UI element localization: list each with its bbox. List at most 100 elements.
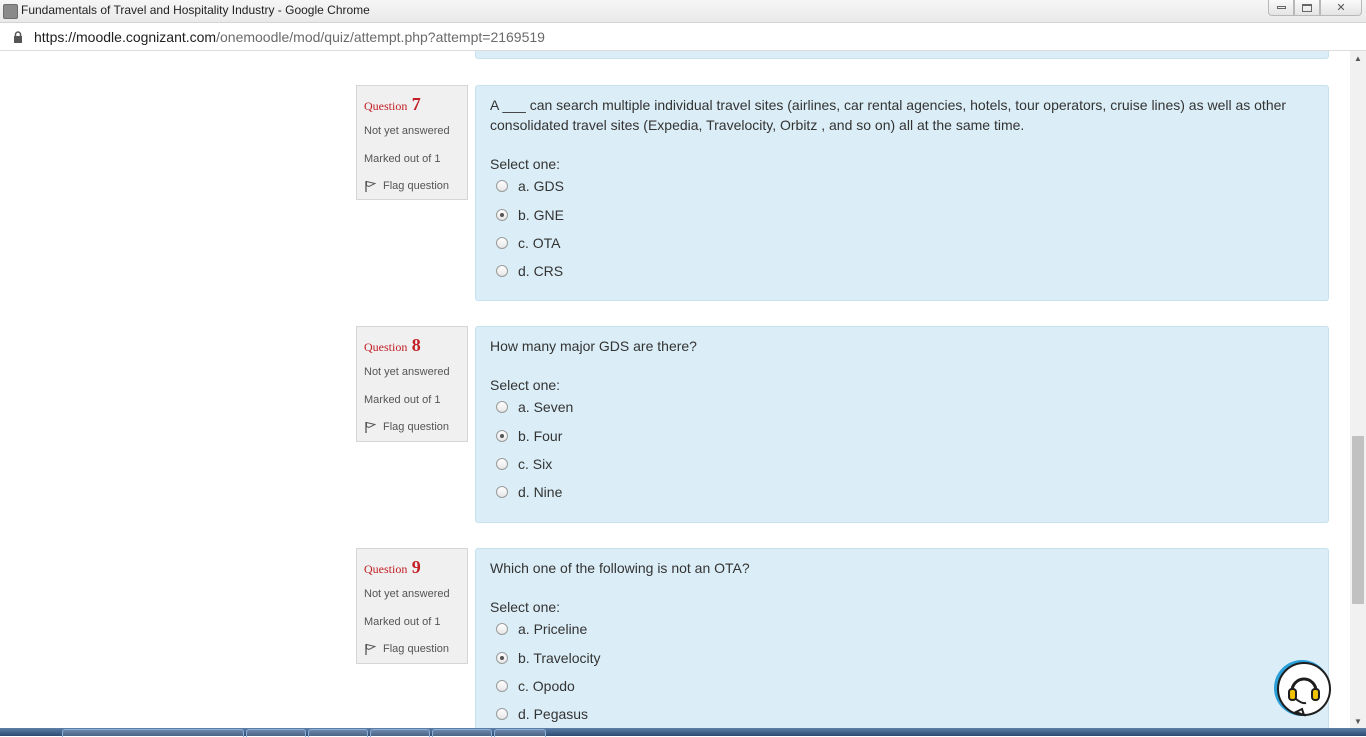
- option-label: c. Six: [518, 455, 553, 472]
- question-number: 8: [411, 335, 421, 355]
- flag-question-button[interactable]: Flag question: [364, 180, 460, 192]
- url-host: https://moodle.cognizant.com: [34, 29, 217, 45]
- option-b[interactable]: b. Travelocity: [490, 643, 1314, 671]
- window-titlebar: Fundamentals of Travel and Hospitality I…: [0, 0, 1366, 23]
- vertical-scrollbar[interactable]: ▲ ▼: [1350, 51, 1366, 728]
- option-label: a. Seven: [518, 399, 574, 416]
- radio-selected-dot: [500, 655, 504, 660]
- flag-question-label: Flag question: [383, 421, 450, 433]
- flag-question-label: Flag question: [383, 180, 450, 192]
- minimize-icon: [1276, 6, 1286, 9]
- question-heading: Question 9: [364, 557, 460, 578]
- question-status: Not yet answered: [364, 366, 450, 378]
- flag-question-button[interactable]: Flag question: [364, 643, 460, 655]
- radio-button-selected[interactable]: [496, 208, 508, 221]
- close-window-button[interactable]: ✕: [1320, 0, 1362, 16]
- app-icon: [3, 4, 18, 19]
- flag-icon: [365, 180, 376, 192]
- option-a[interactable]: a. GDS: [490, 172, 1314, 200]
- radio-button[interactable]: [496, 679, 508, 692]
- question-text: How many major GDS are there?: [490, 338, 697, 354]
- option-d[interactable]: d. Nine: [490, 478, 1314, 506]
- question-marks: Marked out of 1: [364, 616, 441, 628]
- option-label: a. Priceline: [518, 621, 588, 638]
- option-a[interactable]: a. Priceline: [490, 615, 1314, 643]
- question-content-9: Which one of the following is not an OTA…: [475, 548, 1329, 728]
- question-number: 7: [411, 94, 421, 114]
- question-label: Question: [364, 99, 408, 113]
- url-text[interactable]: https://moodle.cognizant.com/onemoodle/m…: [34, 29, 545, 45]
- option-d[interactable]: d. CRS: [490, 257, 1314, 285]
- radio-button[interactable]: [496, 236, 508, 249]
- question-number: 9: [411, 557, 421, 577]
- radio-button[interactable]: [496, 486, 508, 499]
- flag-question-button[interactable]: Flag question: [364, 421, 460, 433]
- chevron-up-icon: ▲: [1354, 53, 1362, 63]
- flag-question-label: Flag question: [383, 643, 450, 655]
- question-info-7: Question 7 Not yet answered Marked out o…: [356, 85, 468, 200]
- close-icon: ✕: [1336, 2, 1346, 14]
- address-bar[interactable]: https://moodle.cognizant.com/onemoodle/m…: [0, 23, 1366, 51]
- question-info-9: Question 9 Not yet answered Marked out o…: [356, 548, 468, 664]
- option-a[interactable]: a. Seven: [490, 393, 1314, 421]
- option-label: a. GDS: [518, 178, 564, 195]
- previous-question-content: [475, 51, 1329, 59]
- radio-button-selected[interactable]: [496, 429, 508, 442]
- question-text: Which one of the following is not an OTA…: [490, 560, 750, 576]
- lock-icon: [14, 31, 22, 43]
- option-label: c. Opodo: [518, 677, 575, 694]
- radio-selected-dot: [500, 212, 504, 217]
- question-info-8: Question 8 Not yet answered Marked out o…: [356, 326, 468, 442]
- question-heading: Question 8: [364, 335, 460, 356]
- option-c[interactable]: c. OTA: [490, 229, 1314, 257]
- radio-button-selected[interactable]: [496, 651, 508, 664]
- question-heading: Question 7: [364, 94, 460, 115]
- option-label: d. Pegasus: [518, 706, 589, 723]
- select-one-prompt: Select one:: [490, 156, 561, 172]
- option-b[interactable]: b. Four: [490, 421, 1314, 449]
- question-content-8: How many major GDS are there? Select one…: [475, 326, 1329, 523]
- radio-button[interactable]: [496, 708, 508, 721]
- os-taskbar: [0, 728, 1366, 737]
- question-label: Question: [364, 562, 408, 576]
- radio-button[interactable]: [496, 180, 508, 193]
- question-content-7: A ___ can search multiple individual tra…: [475, 85, 1329, 301]
- page-viewport: Question 7 Not yet answered Marked out o…: [0, 51, 1350, 728]
- option-d[interactable]: d. Pegasus: [490, 700, 1314, 728]
- scroll-down-button[interactable]: ▼: [1350, 714, 1366, 728]
- option-b[interactable]: b. GNE: [490, 200, 1314, 228]
- option-c[interactable]: c. Opodo: [490, 672, 1314, 700]
- option-label: b. GNE: [518, 206, 564, 223]
- question-label: Question: [364, 340, 408, 354]
- question-status: Not yet answered: [364, 588, 450, 600]
- option-label: d. Nine: [518, 484, 563, 501]
- question-text: A ___ can search multiple individual tra…: [490, 97, 1287, 133]
- option-label: d. CRS: [518, 263, 564, 280]
- option-label: b. Travelocity: [518, 649, 601, 666]
- radio-button[interactable]: [496, 623, 508, 636]
- radio-button[interactable]: [496, 457, 508, 470]
- option-c[interactable]: c. Six: [490, 450, 1314, 478]
- radio-button[interactable]: [496, 265, 508, 278]
- option-label: c. OTA: [518, 234, 561, 251]
- restore-button[interactable]: [1294, 0, 1320, 16]
- flag-icon: [365, 643, 376, 655]
- question-marks: Marked out of 1: [364, 394, 441, 406]
- select-one-prompt: Select one:: [490, 377, 561, 393]
- window-title: Fundamentals of Travel and Hospitality I…: [21, 3, 370, 17]
- scroll-up-button[interactable]: ▲: [1350, 51, 1366, 65]
- question-marks: Marked out of 1: [364, 153, 441, 165]
- question-status: Not yet answered: [364, 125, 450, 137]
- flag-icon: [365, 421, 376, 433]
- minimize-button[interactable]: [1268, 0, 1294, 16]
- url-path: /onemoodle/mod/quiz/attempt.php?attempt=…: [216, 29, 545, 45]
- chevron-down-icon: ▼: [1354, 716, 1362, 726]
- window-controls: ✕: [1268, 0, 1362, 18]
- radio-selected-dot: [500, 433, 504, 438]
- select-one-prompt: Select one:: [490, 599, 561, 615]
- support-chat-button[interactable]: [1272, 658, 1332, 718]
- radio-button[interactable]: [496, 401, 508, 414]
- restore-icon: [1302, 3, 1312, 12]
- scrollbar-thumb[interactable]: [1352, 436, 1364, 604]
- option-label: b. Four: [518, 427, 563, 444]
